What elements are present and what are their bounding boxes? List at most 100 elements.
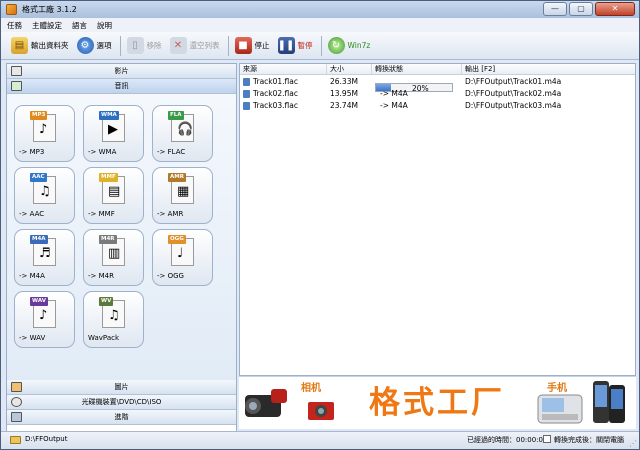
- output-folder-label: 輸出資料夾: [31, 41, 69, 50]
- category-audio[interactable]: 音訊: [7, 79, 236, 94]
- category-advanced[interactable]: 進階: [7, 410, 236, 425]
- format-label: -> WAV: [19, 334, 46, 342]
- category-advanced-label: 進階: [114, 413, 129, 421]
- format-label: -> M4R: [88, 272, 114, 280]
- title-bar: 格式工廠 3.1.2 — ▢ ✕: [1, 1, 639, 18]
- remove-button[interactable]: ▯ 移除: [126, 35, 162, 57]
- headphones-icon: 🎧: [177, 122, 194, 137]
- format-tile-mmf[interactable]: MMF ▤ -> MMF: [83, 167, 144, 224]
- phone-icon: ▥: [108, 246, 121, 261]
- task-row[interactable]: Track02.flac 13.95M -> M4A D:\FFOutput\T…: [240, 88, 635, 99]
- options-button[interactable]: ⚙ 選項: [76, 35, 112, 57]
- menu-options[interactable]: 主體設定: [32, 20, 62, 31]
- column-size[interactable]: 大小: [327, 64, 372, 74]
- format-tile-wma[interactable]: WMA ▶ -> WMA: [83, 105, 144, 162]
- audio-file-icon: [243, 77, 250, 86]
- column-output[interactable]: 輸出 [F2]: [462, 64, 635, 74]
- folder-icon: ▤: [11, 37, 28, 54]
- format-badge: AAC: [30, 173, 47, 182]
- format-label: -> M4A: [19, 272, 45, 280]
- music-notes-icon: ♬: [39, 246, 51, 261]
- format-badge: WMA: [99, 111, 119, 120]
- format-label: -> MMF: [88, 210, 115, 218]
- format-tile-m4a[interactable]: M4A ♬ -> M4A: [14, 229, 75, 286]
- category-video[interactable]: 影片: [7, 64, 236, 79]
- pause-button[interactable]: ❚❚ 暫停: [277, 35, 313, 57]
- toolbar-separator: [320, 35, 322, 56]
- win7z-icon: ↻: [327, 37, 345, 54]
- handheld-device-icon: [537, 394, 583, 424]
- pause-label: 暫停: [297, 41, 313, 50]
- after-complete-checkbox[interactable]: [543, 435, 551, 443]
- category-picture-label: 圖片: [114, 383, 129, 391]
- menu-language[interactable]: 語言: [72, 20, 87, 31]
- task-row[interactable]: Track01.flac 26.33M 20% D:\FFOutput\Trac…: [240, 76, 635, 93]
- task-status: -> M4A: [380, 89, 408, 98]
- stop-icon: ■: [234, 37, 252, 54]
- music-note-icon: ♪: [39, 308, 48, 323]
- close-button[interactable]: ✕: [595, 2, 635, 16]
- camera-icon: [308, 402, 334, 420]
- music-note-icon: ♩: [177, 246, 184, 261]
- resize-grip-icon[interactable]: ⋰: [629, 439, 637, 448]
- format-label: -> AAC: [19, 210, 45, 218]
- format-tile-wav[interactable]: WAV ♪ -> WAV: [14, 291, 75, 348]
- format-tile-aac[interactable]: AAC ♫ -> AAC: [14, 167, 75, 224]
- output-path[interactable]: D:\FFOutput: [25, 435, 67, 443]
- column-source[interactable]: 來源: [240, 64, 327, 74]
- format-tile-flac[interactable]: FLA 🎧 -> FLAC: [152, 105, 213, 162]
- task-output: D:\FFOutput\Track02.m4a: [465, 89, 562, 98]
- task-source: Track01.flac: [253, 77, 298, 86]
- media-play-icon: ▶: [108, 122, 118, 137]
- format-label: -> FLAC: [157, 148, 186, 156]
- category-picture[interactable]: 圖片: [7, 380, 236, 395]
- menu-help[interactable]: 說明: [97, 20, 112, 31]
- menu-task[interactable]: 任務: [7, 20, 22, 31]
- pause-icon: ❚❚: [277, 37, 295, 54]
- format-badge: MP3: [30, 111, 48, 120]
- stop-label: 停止: [254, 41, 270, 50]
- format-tile-amr[interactable]: AMR ▦ -> AMR: [152, 167, 213, 224]
- task-size: 13.95M: [330, 89, 358, 98]
- elapsed-time: 已經過的時間：00:00:08: [467, 436, 548, 444]
- category-video-label: 影片: [114, 67, 129, 75]
- win7z-button[interactable]: ↻ Win7z: [327, 35, 371, 57]
- folder-icon[interactable]: [10, 436, 21, 444]
- format-label: -> OGG: [157, 272, 184, 280]
- column-status[interactable]: 轉換狀態: [372, 64, 462, 74]
- options-label: 選項: [96, 41, 112, 50]
- format-badge: M4R: [99, 235, 117, 244]
- app-window: 格式工廠 3.1.2 — ▢ ✕ 任務 主體設定 語言 說明 ▤ 輸出資料夾 ⚙…: [0, 0, 640, 450]
- mmf-icon: ▤: [108, 184, 121, 199]
- app-icon: [6, 4, 17, 15]
- music-note-icon: ♫: [108, 308, 120, 323]
- remove-label: 移除: [146, 41, 162, 50]
- category-rom-device[interactable]: 光碟機裝置\DVD\CD\ISO: [7, 395, 236, 410]
- camera-label: 相机: [301, 383, 321, 394]
- task-list-header: 來源 大小 轉換狀態 輸出 [F2]: [240, 64, 635, 75]
- stop-button[interactable]: ■ 停止: [234, 35, 270, 57]
- task-row[interactable]: Track03.flac 23.74M -> M4A D:\FFOutput\T…: [240, 100, 635, 111]
- task-source: Track02.flac: [253, 89, 298, 98]
- maximize-button[interactable]: ▢: [569, 2, 593, 16]
- minimize-button[interactable]: —: [543, 2, 567, 16]
- format-tile-wavpack[interactable]: WV ♫ WavPack: [83, 291, 144, 348]
- smartphone-icon: [593, 381, 625, 423]
- category-audio-label: 音訊: [114, 82, 129, 90]
- format-tile-ogg[interactable]: OGG ♩ -> OGG: [152, 229, 213, 286]
- audio-format-grid: MP3 ♪ -> MP3 WMA ▶ -> WMA FLA 🎧 -> FLAC …: [7, 94, 236, 380]
- audio-file-icon: [243, 89, 250, 98]
- toolbar: ▤ 輸出資料夾 ⚙ 選項 ▯ 移除 ✕ 還空列表 ■ 停止 ❚❚ 暫停 ↻ Wi…: [1, 32, 639, 60]
- format-tile-mp3[interactable]: MP3 ♪ -> MP3: [14, 105, 75, 162]
- clear-list-button[interactable]: ✕ 還空列表: [169, 35, 220, 57]
- format-badge: OGG: [168, 235, 186, 244]
- status-bar: D:\FFOutput 已經過的時間：00:00:08 轉換完成後：關閉電腦 ⋰: [1, 431, 639, 449]
- task-output: D:\FFOutput\Track03.m4a: [465, 101, 562, 110]
- speaker-icon: ♪: [39, 122, 48, 137]
- win7z-label: Win7z: [347, 41, 371, 50]
- format-badge: WV: [99, 297, 114, 306]
- output-folder-button[interactable]: ▤ 輸出資料夾: [11, 35, 69, 57]
- format-label: WavPack: [88, 334, 120, 342]
- format-tile-m4r[interactable]: M4R ▥ -> M4R: [83, 229, 144, 286]
- amr-icon: ▦: [177, 184, 190, 199]
